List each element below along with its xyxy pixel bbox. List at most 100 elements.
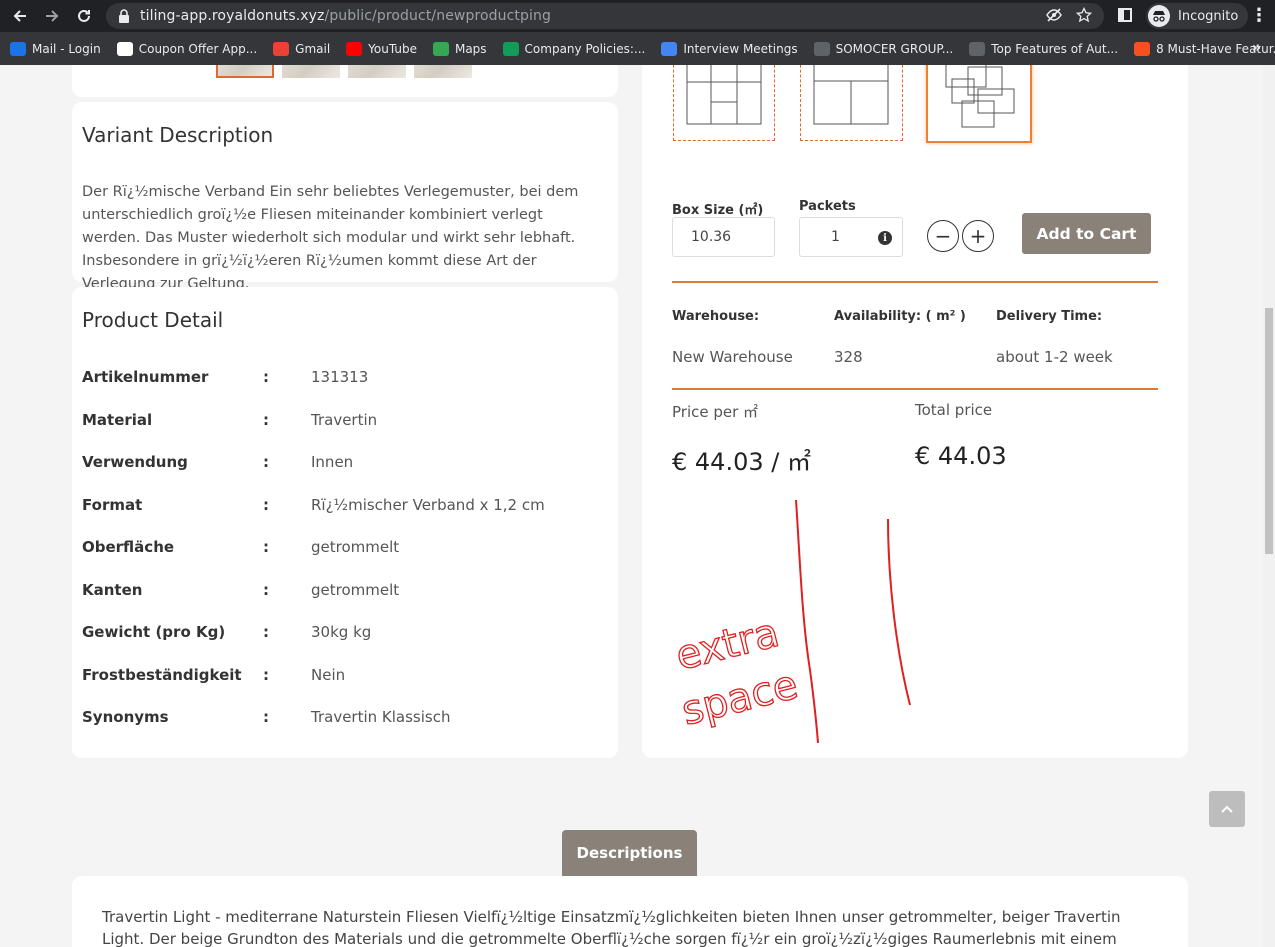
bookmark-item[interactable]: YouTube: [346, 41, 417, 56]
page-content: Variant Description Der Rï¿½mische Verba…: [0, 65, 1275, 947]
incognito-label: Incognito: [1178, 8, 1239, 24]
incognito-badge[interactable]: Incognito: [1146, 3, 1249, 29]
decrease-button[interactable]: −: [927, 220, 959, 252]
packets-input[interactable]: 1 i: [799, 217, 903, 257]
detail-value: Rï¿½mischer Verband x 1,2 cm: [311, 496, 545, 514]
detail-row: Kanten: getrommelt: [82, 581, 602, 603]
forward-icon[interactable]: [36, 0, 68, 32]
packets-label: Packets: [799, 199, 856, 214]
bookmark-item[interactable]: Interview Meetings: [661, 41, 798, 56]
add-to-cart-button[interactable]: Add to Cart: [1022, 213, 1151, 254]
bookmark-label: Coupon Offer App...: [138, 41, 258, 56]
bookmark-favicon-icon: [969, 41, 986, 56]
address-bar[interactable]: tiling-app.royaldonuts.xyz/public/produc…: [106, 3, 1104, 29]
pattern-option[interactable]: [800, 65, 903, 141]
detail-row: Gewicht (pro Kg): 30kg kg: [82, 623, 602, 645]
price-per-value: € 44.03 / ㎡: [672, 448, 811, 476]
eye-off-icon[interactable]: [1046, 7, 1062, 27]
bookmark-label: Gmail: [295, 41, 331, 56]
chevron-up-icon: [1221, 805, 1233, 813]
back-icon[interactable]: [4, 0, 36, 32]
bookmark-favicon-icon: [1134, 41, 1151, 56]
thumbnail-image[interactable]: [348, 65, 406, 78]
bookmark-favicon-icon: [346, 41, 363, 56]
detail-row: Artikelnummer: 131313: [82, 368, 602, 390]
bookmark-item[interactable]: Mail - Login: [10, 41, 101, 56]
bookmark-item[interactable]: Top Features of Aut...: [969, 41, 1119, 56]
bookmark-item[interactable]: Coupon Offer App...: [116, 41, 258, 56]
thumbnail-image[interactable]: [282, 65, 340, 78]
pattern-option[interactable]: [673, 65, 775, 141]
detail-row: Format: Rï¿½mischer Verband x 1,2 cm: [82, 496, 602, 518]
detail-value: Nein: [311, 666, 346, 684]
bookmark-item[interactable]: Company Policies:...: [502, 41, 645, 56]
delivery-time-value: about 1-2 week: [996, 348, 1113, 366]
scroll-to-top-button[interactable]: [1209, 791, 1245, 827]
divider: [672, 281, 1158, 283]
total-price-value: € 44.03: [915, 442, 1007, 470]
detail-value: getrommelt: [311, 581, 400, 599]
detail-key: Oberfläche: [82, 538, 175, 556]
detail-separator: :: [263, 708, 269, 726]
bookmark-item[interactable]: Gmail: [273, 41, 331, 56]
detail-row: Frostbeständigkeit: Nein: [82, 666, 602, 688]
detail-separator: :: [263, 368, 269, 386]
info-icon[interactable]: i: [878, 231, 892, 245]
bookmark-item[interactable]: Maps: [432, 41, 487, 56]
bookmark-label: Mail - Login: [32, 41, 101, 56]
bookmark-favicon-icon: [502, 41, 519, 56]
bookmark-label: SOMOCER GROUP...: [835, 41, 954, 56]
bookmark-star-icon[interactable]: [1075, 6, 1093, 27]
detail-key: Gewicht (pro Kg): [82, 623, 226, 641]
detail-key: Verwendung: [82, 453, 188, 471]
bookmark-favicon-icon: [661, 41, 678, 56]
increase-button[interactable]: +: [962, 220, 994, 252]
scrollbar-thumb[interactable]: [1265, 308, 1273, 554]
thumbnail-image[interactable]: [414, 65, 472, 78]
lock-icon: [119, 9, 129, 23]
bookmark-favicon-icon: [116, 41, 133, 56]
bookmark-favicon-icon: [273, 41, 290, 56]
divider: [672, 388, 1158, 390]
handwritten-annotation: extra space: [671, 500, 911, 744]
detail-row: Material: Travertin: [82, 411, 602, 433]
detail-separator: :: [263, 496, 269, 514]
bookmark-favicon-icon: [813, 41, 830, 56]
side-panel-icon[interactable]: [1118, 8, 1132, 22]
reload-icon[interactable]: [68, 0, 100, 32]
menu-kebab-icon[interactable]: ⋮: [1250, 5, 1268, 26]
detail-value: 30kg kg: [311, 623, 372, 641]
pattern-option-selected[interactable]: [926, 65, 1032, 143]
bookmark-favicon-icon: [10, 41, 26, 56]
more-bookmarks-icon[interactable]: »: [1252, 40, 1261, 56]
detail-value: Travertin Klassisch: [311, 708, 451, 726]
bookmark-label: Top Features of Aut...: [991, 41, 1119, 56]
product-detail-title: Product Detail: [82, 308, 224, 332]
thumbnail-image[interactable]: [216, 65, 274, 78]
detail-separator: :: [263, 623, 269, 641]
detail-key: Synonyms: [82, 708, 169, 726]
detail-key: Frostbeständigkeit: [82, 666, 242, 684]
warehouse-value: New Warehouse: [672, 348, 793, 366]
variant-description-card: Variant Description Der Rï¿½mische Verba…: [72, 102, 618, 292]
detail-key: Kanten: [82, 581, 143, 599]
detail-value: Innen: [311, 453, 354, 471]
bookmark-favicon-icon: [432, 41, 449, 56]
detail-key: Material: [82, 411, 153, 429]
pattern-grid-icon: [813, 65, 889, 125]
variant-text: Der Rï¿½mische Verband Ein sehr beliebte…: [82, 184, 579, 292]
bookmark-label: YouTube: [368, 41, 417, 56]
delivery-time-label: Delivery Time:: [996, 309, 1103, 324]
box-size-input[interactable]: 10.36: [672, 217, 775, 257]
tab-descriptions[interactable]: Descriptions: [562, 830, 697, 876]
detail-value: Travertin: [311, 411, 378, 429]
box-size-label: Box Size (㎡): [672, 203, 764, 218]
detail-separator: :: [263, 666, 269, 684]
variant-title: Variant Description: [82, 123, 274, 147]
scrollbar[interactable]: [1263, 65, 1275, 947]
bookmark-item[interactable]: SOMOCER GROUP...: [813, 41, 954, 56]
detail-separator: :: [263, 411, 269, 429]
product-detail-card: Product Detail Artikelnummer: 131313 Mater…: [72, 287, 618, 758]
detail-value: 131313: [311, 368, 369, 386]
total-price-label: Total price: [915, 401, 993, 419]
